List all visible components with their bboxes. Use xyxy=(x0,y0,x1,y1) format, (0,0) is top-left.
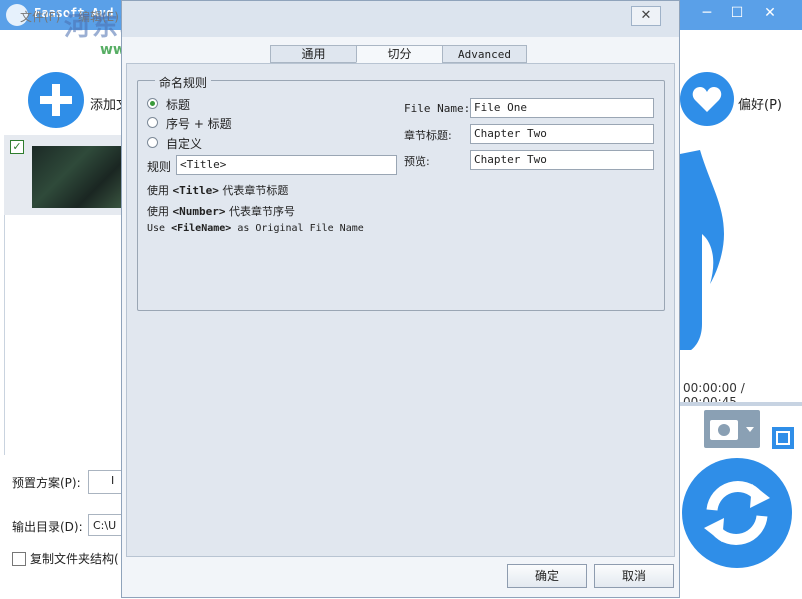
file-name-label: File Name: xyxy=(404,102,471,115)
hint-title-token: <Title> xyxy=(172,184,219,197)
chapter-title-label: 章节标题: xyxy=(404,129,452,142)
output-dir-input[interactable]: C:\U xyxy=(88,514,122,536)
output-dir-label: 输出目录(D): xyxy=(12,520,83,534)
hint-title: 使用 <Title> 代表章节标题 xyxy=(147,182,288,198)
convert-button[interactable] xyxy=(682,458,792,568)
close-icon[interactable]: ✕ xyxy=(755,2,785,24)
fit-screen-button[interactable] xyxy=(772,427,794,449)
preferences-label: 偏好(P) xyxy=(738,98,782,113)
add-file-button[interactable] xyxy=(28,72,84,128)
preview-field: Chapter Two xyxy=(470,150,654,170)
hint-number-post: 代表章节序号 xyxy=(225,205,295,218)
preview-label: 预览: xyxy=(404,155,430,168)
hint-number-pre: 使用 xyxy=(147,205,173,218)
hint-filename-token: <FileName> xyxy=(171,223,232,234)
hint-number: 使用 <Number> 代表章节序号 xyxy=(147,203,295,219)
cancel-button[interactable]: 取消 xyxy=(594,564,674,588)
radio-number-title[interactable] xyxy=(147,117,158,128)
music-note-icon xyxy=(680,150,802,354)
playback-progress[interactable] xyxy=(680,402,802,406)
file-checkbox[interactable]: ✓ xyxy=(10,140,24,154)
dialog-close-button[interactable]: ✕ xyxy=(631,6,661,26)
heart-icon xyxy=(692,87,722,112)
hint-number-token: <Number> xyxy=(172,205,226,218)
rule-input[interactable]: <Title> xyxy=(176,155,397,175)
refresh-icon xyxy=(704,481,770,545)
menu-file[interactable]: 文件(F) xyxy=(20,8,60,25)
ok-button[interactable]: 确定 xyxy=(507,564,587,588)
tab-general[interactable]: 通用 xyxy=(270,45,357,63)
maximize-icon[interactable]: ☐ xyxy=(722,2,752,24)
preferences-button[interactable] xyxy=(680,72,734,126)
copy-structure-checkbox[interactable] xyxy=(12,552,26,566)
hint-filename-post: as Original File Name xyxy=(231,223,364,234)
video-thumbnail xyxy=(32,146,122,208)
rule-label: 规则 xyxy=(147,160,172,174)
hint-title-post: 代表章节标题 xyxy=(218,184,289,197)
radio-number-title-label[interactable]: 序号 + 标题 xyxy=(166,115,232,132)
copy-structure-label: 复制文件夹结构( xyxy=(30,552,119,566)
plus-icon xyxy=(40,84,72,116)
radio-title[interactable] xyxy=(147,98,158,109)
hint-filename-pre: Use xyxy=(147,223,172,234)
preset-value: I xyxy=(111,474,115,487)
tab-split[interactable]: 切分 xyxy=(356,45,443,63)
radio-custom-label[interactable]: 自定义 xyxy=(166,135,202,152)
snapshot-button[interactable] xyxy=(704,410,760,448)
chapter-title-input[interactable]: Chapter Two xyxy=(470,124,654,144)
radio-custom[interactable] xyxy=(147,137,158,148)
hint-filename: Use <FileName> as Original File Name xyxy=(147,223,364,234)
tab-advanced[interactable]: Advanced xyxy=(442,45,527,63)
radio-title-label[interactable]: 标题 xyxy=(166,96,190,113)
minimize-icon[interactable]: ─ xyxy=(692,2,722,24)
fit-screen-icon xyxy=(776,431,790,445)
hint-title-pre: 使用 xyxy=(147,184,173,197)
naming-rule-legend: 命名规则 xyxy=(155,74,212,91)
preset-label: 预置方案(P): xyxy=(12,476,81,490)
camera-icon xyxy=(710,420,754,440)
file-name-input[interactable]: File One xyxy=(470,98,654,118)
preset-select[interactable]: I xyxy=(88,470,124,494)
